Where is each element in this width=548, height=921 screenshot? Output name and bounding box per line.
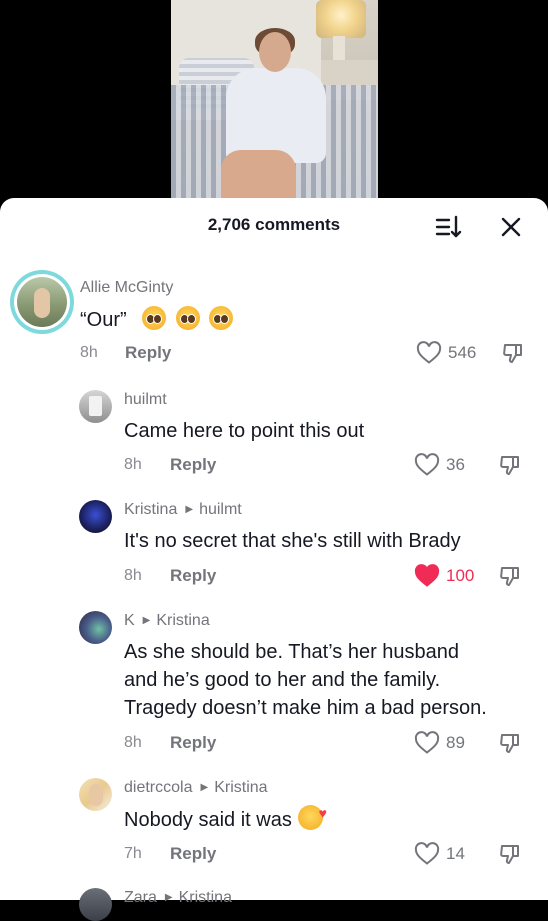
like-count: 89 [446, 733, 465, 752]
comment-text: It's no secret that she's still with Bra… [124, 530, 461, 552]
comment-author[interactable]: huilmt [124, 391, 167, 409]
comments-count: 2,706 comments [207, 215, 341, 234]
like-button[interactable]: 546 [416, 341, 506, 365]
close-icon [501, 217, 521, 237]
comment-author-name: Zara [124, 889, 157, 906]
avatar[interactable] [79, 611, 112, 644]
thumbs-down-icon [500, 734, 519, 753]
heart-filled-icon [414, 564, 440, 587]
dislike-button[interactable] [501, 341, 525, 365]
sort-icon [435, 215, 462, 238]
like-button[interactable]: 14 [414, 842, 504, 866]
reply-to-name: huilmt [199, 501, 242, 518]
comments-sheet: 2,706 comments Allie McGinty “Our” 8h Re… [0, 198, 548, 921]
comment-author-name: dietrccola [124, 779, 193, 796]
avatar[interactable] [79, 778, 112, 811]
comment-text-line: and he’s good to her and the family. [124, 669, 441, 691]
reply-arrow-icon: ▶ [142, 615, 151, 626]
heart-outline-icon [414, 731, 440, 754]
pleading-face-emoji-icon [209, 306, 234, 330]
like-count: 14 [446, 844, 465, 863]
comment-time: 8h [124, 456, 142, 473]
comment-author[interactable]: Allie McGinty [80, 279, 173, 297]
comment-author[interactable]: K ▶ Kristina [124, 612, 210, 630]
like-count: 100 [446, 566, 475, 585]
pleading-face-emoji-icon [142, 306, 167, 330]
comment-text: “Our” [80, 306, 234, 334]
reply-button[interactable]: Reply [170, 844, 216, 864]
dislike-button[interactable] [498, 453, 522, 477]
thumbs-down-icon [500, 845, 519, 864]
heart-outline-icon [414, 453, 440, 476]
comments-header: 2,706 comments [0, 198, 548, 254]
dislike-button[interactable] [498, 731, 522, 755]
comment-text: As she should be. That’s her husband and… [124, 638, 487, 722]
reply-button[interactable]: Reply [170, 733, 216, 753]
comment-time: 8h [124, 567, 142, 584]
like-button[interactable]: 89 [414, 731, 504, 755]
video-frame [171, 0, 378, 215]
heart-outline-icon [416, 341, 442, 364]
avatar[interactable] [79, 390, 112, 423]
thumbs-down-icon [500, 567, 519, 586]
comment-author[interactable]: Zara ▶ Kristina [124, 889, 232, 907]
reply-button[interactable]: Reply [170, 455, 216, 475]
reply-to-name: Kristina [156, 612, 210, 629]
smiling-face-with-hearts-emoji-icon [297, 799, 327, 830]
like-count: 36 [446, 455, 465, 474]
like-button[interactable]: 100 [414, 564, 504, 588]
comment-author-name: Kristina [124, 501, 178, 518]
reply-arrow-icon: ▶ [200, 782, 209, 793]
comment-text: Nobody said it was [124, 799, 327, 834]
heart-outline-icon [414, 842, 440, 865]
avatar[interactable] [79, 500, 112, 533]
comment-text-line: As she should be. That’s her husband [124, 641, 460, 663]
thumbs-down-icon [503, 344, 522, 363]
like-count: 546 [448, 343, 477, 362]
reply-to-name: Kristina [214, 779, 268, 796]
reply-button[interactable]: Reply [125, 343, 171, 363]
reply-to-name: Kristina [178, 889, 232, 906]
video-player[interactable] [0, 0, 548, 215]
reply-arrow-icon: ▶ [185, 504, 194, 515]
reply-button[interactable]: Reply [170, 566, 216, 586]
like-button[interactable]: 36 [414, 453, 504, 477]
video-lamp [316, 0, 366, 38]
comment-author[interactable]: dietrccola ▶ Kristina [124, 779, 268, 797]
comment-text: Came here to point this out [124, 420, 365, 442]
comment-author[interactable]: Kristina ▶ huilmt [124, 501, 242, 519]
reply-arrow-icon: ▶ [164, 892, 173, 903]
video-person-body [226, 68, 326, 163]
comment-text-line: Tragedy doesn’t make him a bad person. [124, 697, 487, 719]
avatar[interactable] [79, 888, 112, 921]
comment-text-content: “Our” [80, 309, 127, 331]
close-button[interactable] [498, 214, 524, 240]
pleading-face-emoji-icon [175, 306, 200, 330]
avatar[interactable] [10, 270, 74, 334]
thumbs-down-icon [500, 456, 519, 475]
sort-button[interactable] [434, 214, 464, 240]
dislike-button[interactable] [498, 842, 522, 866]
comment-text-content: Nobody said it was [124, 809, 292, 831]
dislike-button[interactable] [498, 564, 522, 588]
comment-time: 8h [80, 344, 98, 361]
comment-time: 7h [124, 845, 142, 862]
comment-author-name: K [124, 612, 135, 629]
video-person-head [259, 32, 291, 72]
comment-time: 8h [124, 734, 142, 751]
